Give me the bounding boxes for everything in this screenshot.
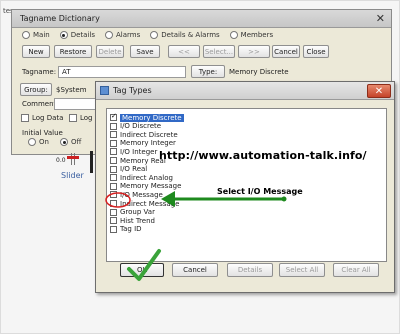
log-data-label: Log Data (32, 114, 64, 122)
tag-type-label: Memory Discrete (120, 113, 184, 122)
tag-type-checkbox[interactable] (110, 191, 117, 199)
tag-type-label: Group Var (120, 208, 155, 217)
radio-label: Details (70, 31, 95, 39)
website-watermark: http://www.automation-talk.info/ (159, 149, 367, 162)
delete-button[interactable]: Delete (96, 45, 124, 58)
tag-type-label: I/O Integer (120, 147, 158, 156)
workspace: tes Tagname Dictionary ✕ Main Details Al… (0, 0, 400, 334)
dictionary-titlebar: Tagname Dictionary ✕ (12, 10, 391, 28)
tag-type-label: Indirect Analog (120, 173, 173, 182)
slider-track[interactable] (71, 153, 75, 165)
tagname-input[interactable]: AT (58, 66, 186, 78)
radio-dot (28, 138, 36, 146)
tag-types-title: Tag Types (113, 86, 152, 95)
radio-dot (150, 31, 159, 39)
tag-type-label: Memory Integer (120, 139, 176, 148)
select-all-button[interactable]: Select All (279, 263, 325, 277)
cancel-button[interactable]: Cancel (272, 45, 300, 58)
initial-off-radio[interactable]: Off (60, 138, 81, 146)
new-button[interactable]: New (22, 45, 50, 58)
radio-label: Details & Alarms (161, 31, 220, 39)
tag-type-label: Indirect Message (120, 199, 180, 208)
log-events-label: Log (80, 114, 93, 122)
window-icon (100, 86, 109, 95)
instruction-annotation: Select I/O Message (217, 187, 303, 196)
tag-type-checkbox[interactable] (110, 165, 117, 173)
restore-button[interactable]: Restore (54, 45, 92, 58)
radio-main[interactable]: Main (22, 31, 50, 39)
radio-label: Main (33, 31, 50, 39)
log-data-checkbox[interactable] (21, 114, 29, 122)
tag-type-label: I/O Real (120, 165, 148, 174)
tag-type-checkbox[interactable] (110, 122, 117, 130)
first-button[interactable]: << (168, 45, 200, 58)
tag-type-checkbox[interactable] (110, 157, 117, 164)
dictionary-toolbar: New Restore Delete Save << Select... >> … (22, 45, 387, 59)
close-button[interactable]: Close (303, 45, 329, 58)
select-button[interactable]: Select... (203, 45, 235, 58)
save-button[interactable]: Save (130, 45, 160, 58)
tag-type-checkbox[interactable] (110, 217, 117, 225)
slider-thumb[interactable] (67, 156, 79, 159)
type-button[interactable]: Type: (191, 65, 225, 78)
ok-button[interactable]: OK (120, 263, 164, 277)
initial-value-label: Initial Value (22, 129, 63, 137)
radio-dot (60, 138, 68, 146)
radio-label: On (39, 138, 49, 146)
tag-type-checkbox[interactable] (110, 200, 117, 207)
radio-label: Members (240, 31, 274, 39)
tag-type-label: Hist Trend (120, 216, 155, 225)
log-events-checkbox[interactable] (69, 114, 77, 122)
tag-type-label: Indirect Discrete (120, 130, 178, 139)
dictionary-close-icon[interactable]: ✕ (376, 12, 385, 25)
slider-label: Slider (61, 171, 84, 180)
radio-details-alarms[interactable]: Details & Alarms (150, 31, 220, 39)
tag-types-close-icon[interactable]: ✕ (367, 84, 391, 98)
tag-type-checkbox[interactable] (110, 112, 117, 121)
details-button[interactable]: Details (227, 263, 273, 277)
tag-type-checkbox[interactable] (110, 182, 117, 190)
slider-value: 0.0 (56, 157, 66, 164)
radio-alarms[interactable]: Alarms (105, 31, 140, 39)
radio-label: Alarms (116, 31, 141, 39)
tag-type-label: I/O Message (120, 190, 163, 199)
group-value: $System (56, 86, 87, 94)
tag-type-checkbox[interactable] (110, 225, 117, 233)
dictionary-title: Tagname Dictionary (20, 14, 100, 23)
tag-type-label: Tag ID (120, 225, 142, 234)
tag-type-item[interactable]: Tag ID (110, 225, 142, 234)
tag-type-label: Memory Message (120, 182, 182, 191)
radio-dot (229, 31, 238, 39)
radio-dot (22, 31, 30, 39)
tag-type-checkbox[interactable] (110, 139, 117, 147)
radio-dot (105, 31, 113, 39)
next-button[interactable]: >> (238, 45, 270, 58)
group-button[interactable]: Group: (20, 83, 52, 96)
radio-label: Off (71, 138, 82, 146)
tagname-label: Tagname: (22, 68, 57, 76)
tag-type-checkbox[interactable] (110, 148, 117, 156)
tag-type-checkbox[interactable] (110, 131, 117, 139)
slider-bar (90, 151, 93, 173)
tag-type-list: Memory DiscreteI/O DiscreteIndirect Disc… (106, 108, 387, 262)
initial-on-radio[interactable]: On (28, 138, 49, 146)
radio-dot (59, 31, 68, 39)
tag-type-checkbox[interactable] (110, 208, 117, 216)
comment-input[interactable] (54, 98, 96, 110)
radio-details[interactable]: Details (59, 31, 95, 39)
tag-type-label: I/O Discrete (120, 122, 162, 131)
tag-type-checkbox[interactable] (110, 174, 117, 182)
view-radio-group: Main Details Alarms Details & Alarms Mem… (22, 31, 273, 39)
clear-all-button[interactable]: Clear All (333, 263, 379, 277)
cancel-button[interactable]: Cancel (172, 263, 218, 277)
radio-members[interactable]: Members (229, 31, 274, 39)
type-value: Memory Discrete (229, 68, 289, 76)
tag-types-titlebar: Tag Types ✕ (96, 82, 394, 100)
